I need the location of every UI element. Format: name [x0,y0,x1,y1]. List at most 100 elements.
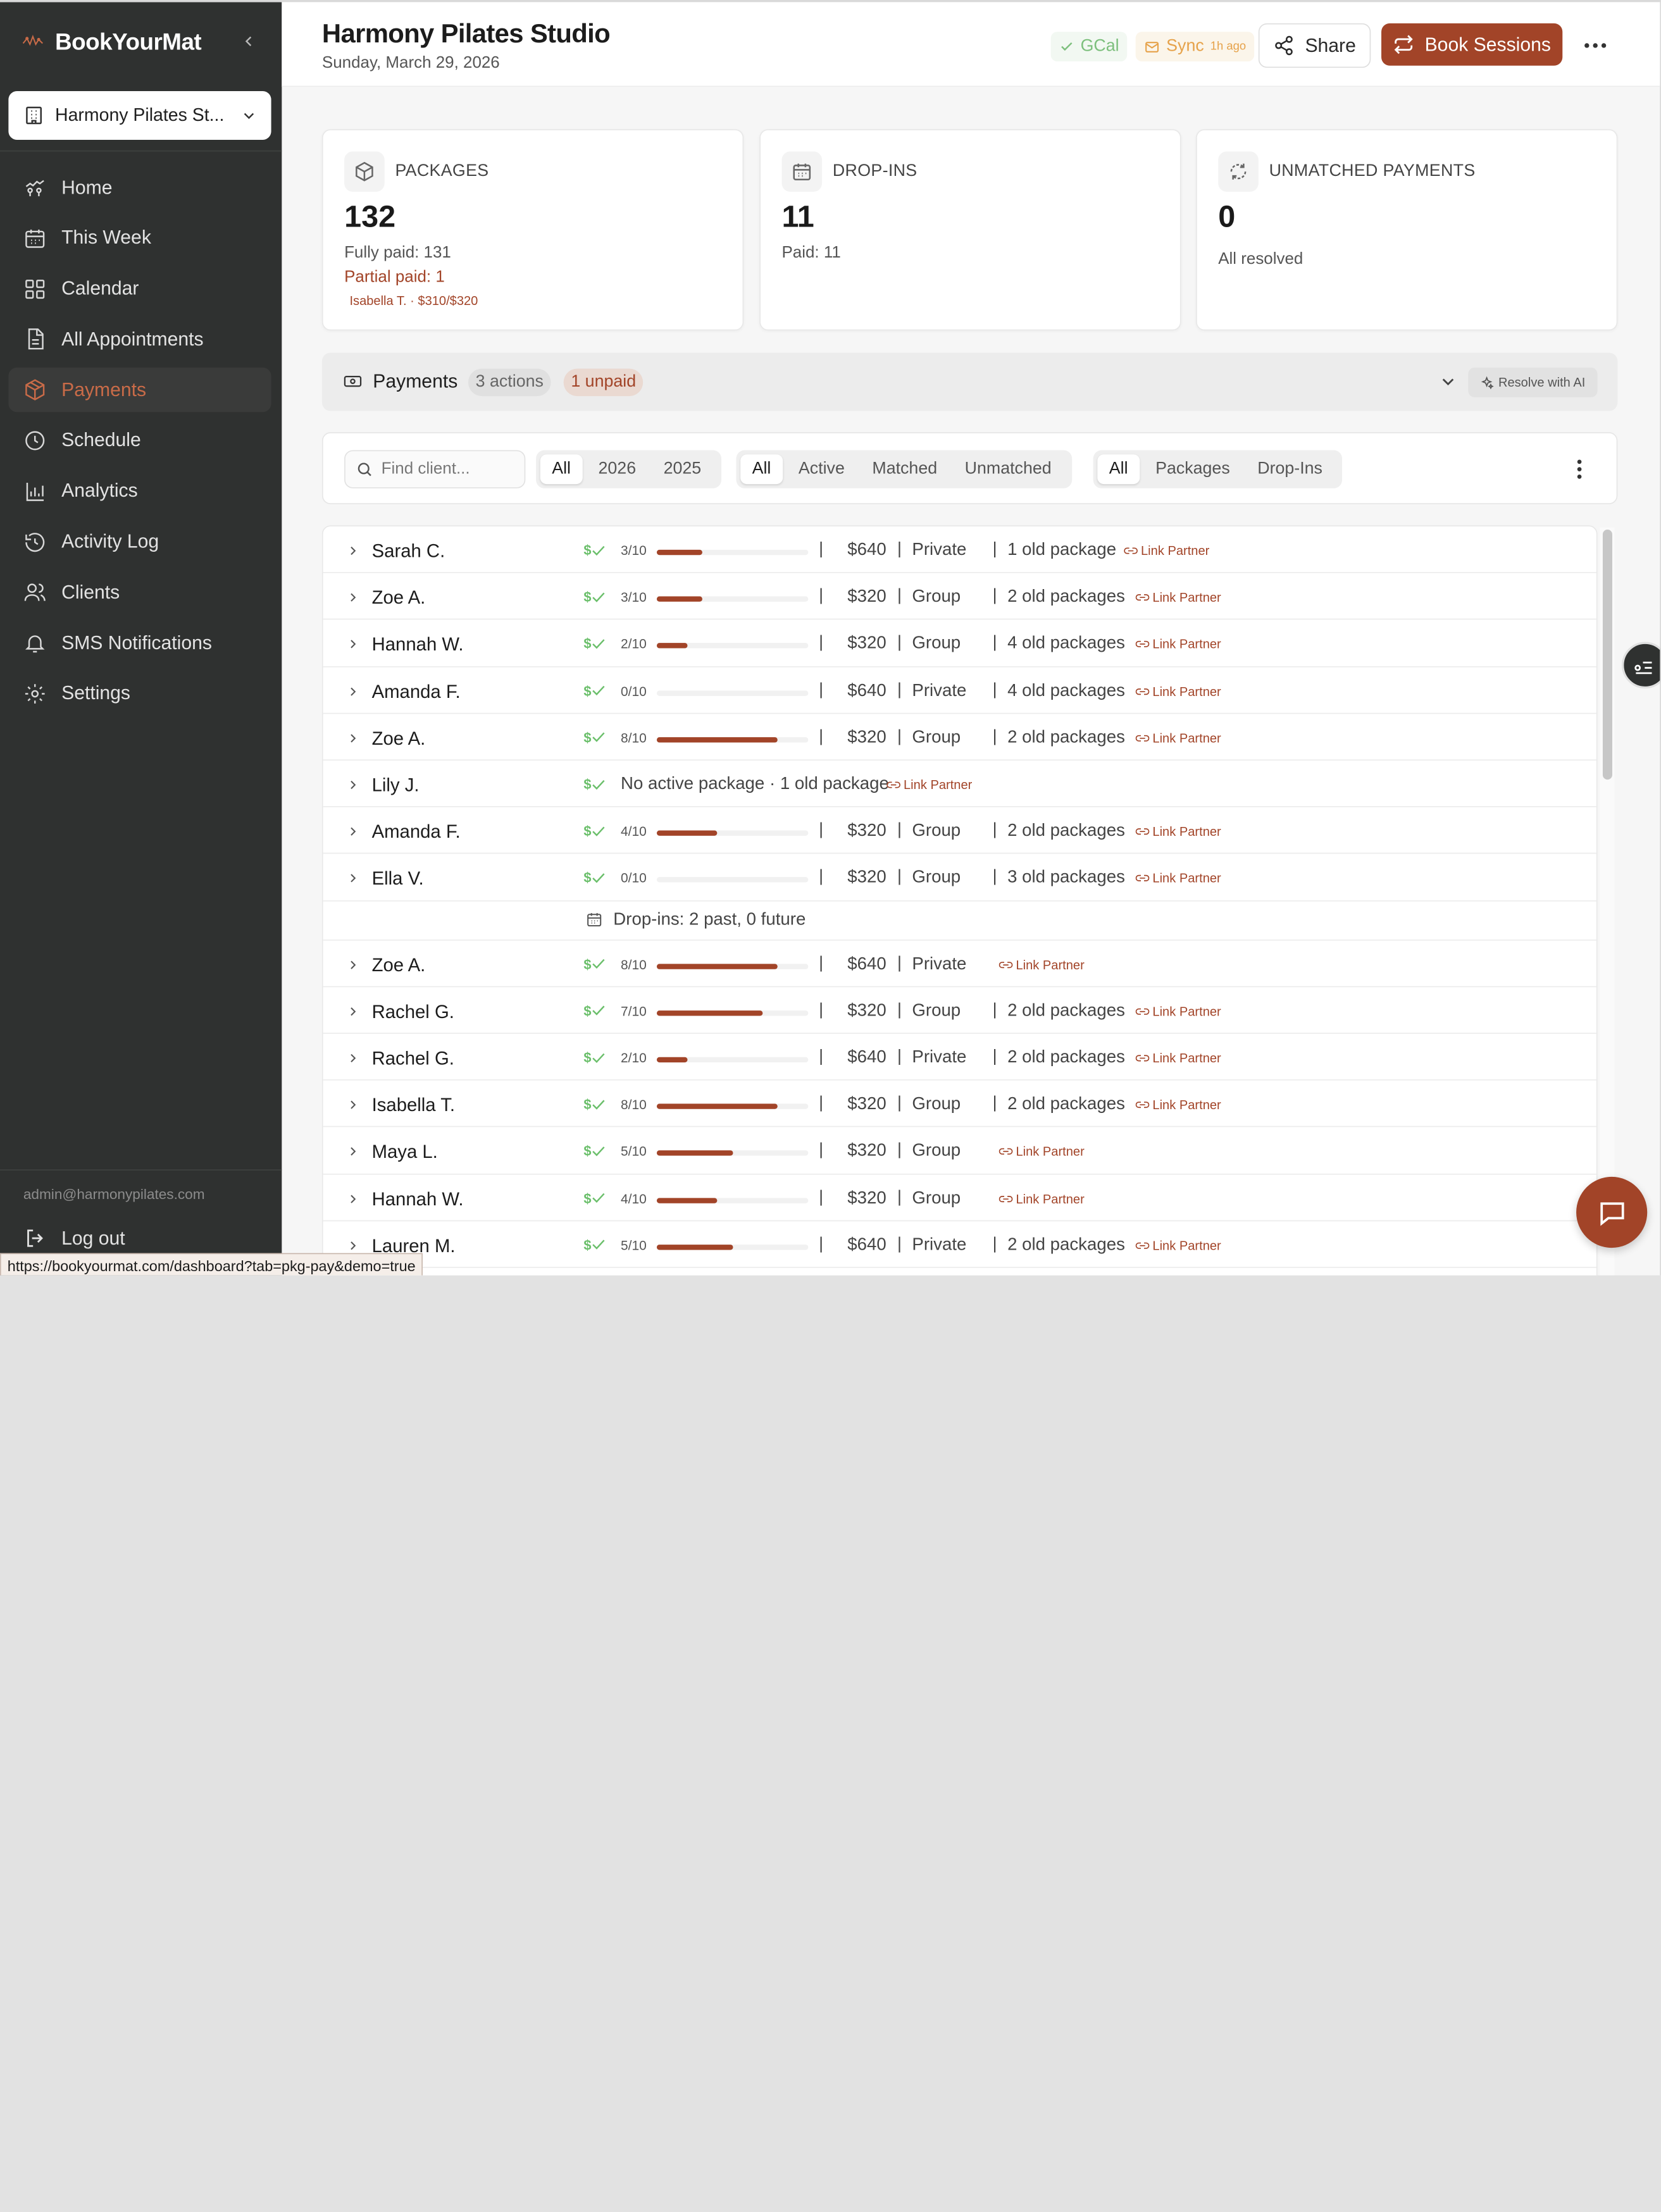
chevron-down-icon[interactable] [1440,373,1457,390]
link-partner-button[interactable]: Link Partner [1135,590,1221,605]
link-partner-button[interactable]: Link Partner [1135,1098,1221,1112]
side-panel-toggle[interactable] [1622,642,1660,689]
sidebar-item-clients[interactable]: Clients [8,570,271,614]
search-box[interactable] [344,450,526,488]
link-partner-label: Link Partner [1152,1003,1221,1019]
package-price: $320 [847,1094,886,1114]
expand-row-button[interactable] [346,1145,359,1164]
expand-row-button[interactable] [346,871,359,890]
table-row[interactable]: Lauren M. $5/10 | $640 | Private | 2 old packag… [323,1221,1596,1268]
scrollbar-thumb[interactable] [1602,530,1612,780]
table-row[interactable]: Amanda F. $0/10 | $640 | Private | 4 old packag… [323,667,1596,714]
link-partner-button[interactable]: Link Partner [1124,544,1209,558]
expand-row-button[interactable] [346,684,359,703]
table-row[interactable]: Sarah C. $3/10 | $640 | Private | 1 old package… [323,526,1596,574]
status-option-unmatched[interactable]: Unmatched [953,454,1063,484]
separator: | [992,680,997,699]
link-partner-button[interactable]: Link Partner [1135,731,1221,745]
sidebar-item-this-week[interactable]: This Week [8,216,271,260]
table-row[interactable]: Zoe A. $8/10 | $320 | Group | 2 old packages Lin… [323,714,1596,761]
gcal-status-badge[interactable]: GCal [1050,32,1128,62]
expand-row-button[interactable] [346,544,359,562]
table-row[interactable]: Amanda F. $4/10 | $320 | Group | 2 old packages… [323,807,1596,854]
type-option-drop-ins[interactable]: Drop-Ins [1246,454,1334,484]
link-partner-button[interactable]: Link Partner [1135,637,1221,652]
table-row[interactable]: Hannah W. $4/10 | $320 | Group Link Partner [323,1174,1596,1221]
more-options-button[interactable] [1578,30,1612,61]
expand-row-button[interactable] [346,957,359,976]
toggle-list-icon [1634,661,1652,674]
type-option-packages[interactable]: Packages [1144,454,1241,484]
type-option-all[interactable]: All [1097,454,1140,485]
collapse-sidebar-button[interactable] [237,30,261,53]
book-sessions-button[interactable]: Book Sessions [1381,23,1563,66]
table-row[interactable]: Hannah W. $2/10 | $320 | Group | 4 old packages… [323,620,1596,667]
table-row[interactable]: Lily J. $ No active package · 1 old packag… [323,761,1596,807]
expand-row-button[interactable] [346,731,359,750]
status-option-all[interactable]: All [740,454,783,485]
status-option-matched[interactable]: Matched [861,454,949,484]
link-partner-button[interactable]: Link Partner [1135,1238,1221,1253]
link-partner-button[interactable]: Link Partner [998,1145,1085,1159]
expand-row-button[interactable] [346,590,359,609]
resolve-with-ai-button[interactable]: Resolve with AI [1468,367,1598,397]
sidebar-item-label: This Week [61,227,151,249]
expand-row-button[interactable] [346,824,359,843]
link-partner-button[interactable]: Link Partner [1135,684,1221,699]
share-button[interactable]: Share [1258,23,1371,68]
table-row[interactable]: Ella V. $0/10 | $320 | Group | 3 old packages Li… [323,854,1596,901]
link-partner-button[interactable]: Link Partner [1135,871,1221,886]
expand-row-button[interactable] [346,1004,359,1023]
sidebar-item-sms-notifications[interactable]: SMS Notifications [8,621,271,665]
year-option-all[interactable]: All [540,454,583,485]
table-row[interactable]: Zoe A. $3/10 | $320 | Group | 2 old packages Lin… [323,573,1596,620]
sidebar-nav: Home This Week Calendar All Appointments Pay… [8,165,271,722]
expand-row-button[interactable] [346,778,359,797]
gear-icon [25,684,45,704]
table-row[interactable]: Zoe A. $8/10 | $640 | Private Link Partner [323,940,1596,987]
link-partner-button[interactable]: Link Partner [1135,1003,1221,1019]
link-partner-button[interactable]: Link Partner [1135,824,1221,839]
search-input[interactable] [381,459,519,479]
unmatched-payments-card[interactable]: UNMATCHED PAYMENTS 0 All resolved [1196,129,1618,331]
filter-more-button[interactable] [1569,457,1589,482]
sidebar-item-calendar[interactable]: Calendar [8,266,271,311]
chevron-right-icon [351,1007,356,1016]
expand-row-button[interactable] [346,1051,359,1070]
sidebar-item-analytics[interactable]: Analytics [8,469,271,513]
sidebar-item-all-appointments[interactable]: All Appointments [8,317,271,361]
expand-row-button[interactable] [346,1191,359,1210]
chat-button[interactable] [1576,1176,1648,1248]
table-row[interactable]: Isabella T. $8/10 | $320 | Group | 2 old packag… [323,1081,1596,1128]
dropins-card[interactable]: DROP-INS 11 Paid: 11 [759,129,1181,331]
packages-card[interactable]: PACKAGES 132 Fully paid: 131 Partial pai… [321,129,744,331]
sidebar-item-activity-log[interactable]: Activity Log [8,519,271,564]
link-partner-button[interactable]: Link Partner [998,1191,1085,1206]
sync-status-badge[interactable]: Sync 1h ago [1135,32,1255,62]
expand-row-button[interactable] [346,1098,359,1117]
expand-row-button[interactable] [346,637,359,656]
studio-selector[interactable]: Harmony Pilates St... [8,90,271,140]
year-option-2025[interactable]: 2025 [652,454,712,484]
payments-section-header[interactable]: Payments 3 actions 1 unpaid Resolve with… [321,352,1618,411]
link-partner-button[interactable]: Link Partner [886,778,972,792]
separator: | [897,821,902,840]
calendar-week-icon [25,229,45,248]
table-row[interactable]: Rachel G. $7/10 | $320 | Group | 2 old packages… [323,987,1596,1034]
sidebar-item-payments[interactable]: Payments [8,368,271,413]
table-row[interactable]: Rachel G. $2/10 | $640 | Private | 2 old packag… [323,1034,1596,1081]
link-partner-button[interactable]: Link Partner [998,957,1085,972]
sidebar-item-settings[interactable]: Settings [8,671,271,716]
sidebar-item-schedule[interactable]: Schedule [8,418,271,463]
logout-button[interactable]: Log out [23,1227,125,1250]
check-icon [592,1005,605,1016]
year-option-2026[interactable]: 2026 [587,454,647,484]
session-count: 8/10 [621,957,647,972]
packages-label: PACKAGES [395,162,489,180]
status-option-active[interactable]: Active [787,454,856,484]
brand[interactable]: BookYourMat [21,25,202,59]
link-partner-button[interactable]: Link Partner [1135,1051,1221,1066]
usage-progress-bar [656,963,809,969]
sidebar-item-home[interactable]: Home [8,165,271,209]
table-row[interactable]: Maya L. $5/10 | $320 | Group Link Partner [323,1128,1596,1174]
